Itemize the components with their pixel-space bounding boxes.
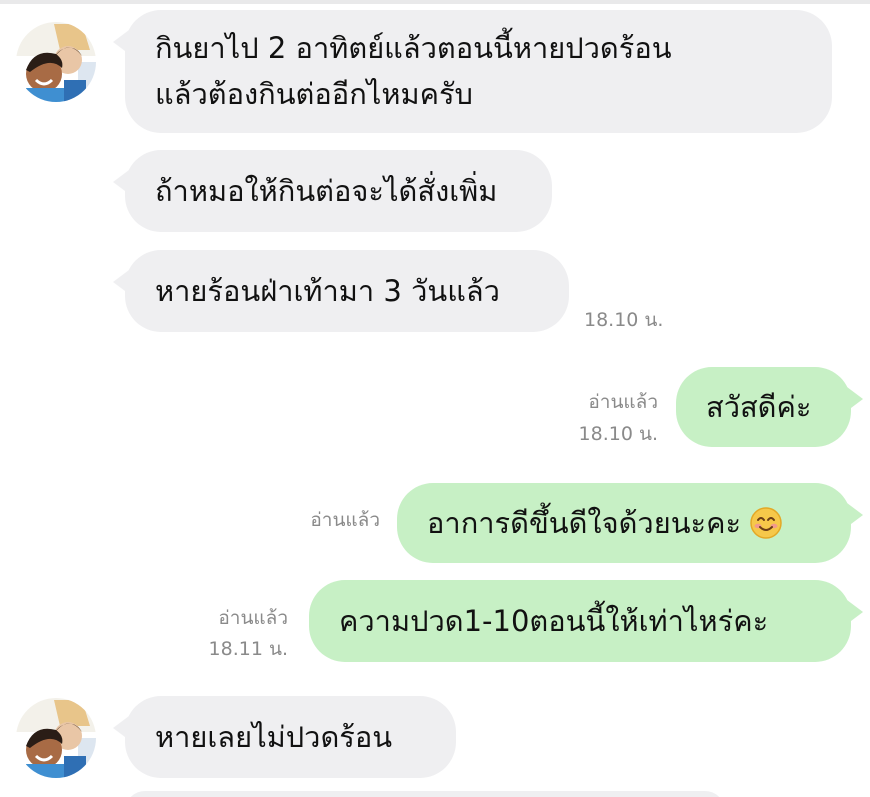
top-divider: [0, 0, 870, 4]
message-text: ถ้าหมอให้กินต่อจะได้สั่งเพิ่ม: [155, 174, 498, 208]
message-bubble-incoming[interactable]: หายร้อนฝ่าเท้ามา 3 วันแล้ว: [113, 250, 569, 332]
avatar-photo: [16, 698, 96, 778]
message-bubble-incoming[interactable]: ถ้าหมอให้กินต่อจะได้สั่งเพิ่ม: [113, 150, 552, 232]
contact-avatar-icon[interactable]: [16, 22, 96, 102]
message-text-line-1: กินยาไป 2 อาทิตย์แล้วตอนนี้หายปวดร้อน: [155, 31, 672, 65]
message-bubble-outgoing[interactable]: อาการดีขึ้นดีใจด้วยนะคะ: [397, 483, 863, 563]
message-bubble-outgoing[interactable]: ความปวด1-10ตอนนี้ให้เท่าไหร่คะ: [309, 580, 863, 662]
smiling-face-emoji-icon: [750, 507, 783, 539]
avatar-photo: [16, 22, 96, 102]
chat-conversation: กินยาไป 2 อาทิตย์แล้วตอนนี้หายปวดร้อน แล…: [0, 0, 870, 797]
message-text: หายเลยไม่ปวดร้อน: [155, 720, 393, 754]
message-text: สวัสดีค่ะ: [706, 390, 812, 424]
message-text: ความปวด1-10ตอนนี้ให้เท่าไหร่คะ: [339, 604, 769, 638]
message-bubble-incoming[interactable]: หายเลยไม่ปวดร้อน: [113, 696, 456, 778]
message-timestamp: 18.10 น.: [578, 423, 658, 445]
message-bubble-incoming-partial[interactable]: [125, 791, 725, 797]
message-bubble-outgoing[interactable]: สวัสดีค่ะ: [676, 367, 863, 447]
read-receipt: อ่านแล้ว: [588, 391, 658, 413]
message-text: อาการดีขึ้นดีใจด้วยนะคะ: [427, 506, 742, 540]
message-text: หายร้อนฝ่าเท้ามา 3 วันแล้ว: [155, 274, 500, 308]
contact-avatar-icon[interactable]: [16, 698, 96, 778]
message-bubble-incoming[interactable]: กินยาไป 2 อาทิตย์แล้วตอนนี้หายปวดร้อน แล…: [113, 10, 832, 133]
read-receipt: อ่านแล้ว: [310, 509, 380, 531]
message-text-line-2: แล้วต้องกินต่ออีกไหมครับ: [155, 77, 473, 111]
message-timestamp: 18.10 น.: [584, 309, 664, 331]
read-receipt: อ่านแล้ว: [218, 607, 288, 629]
message-timestamp: 18.11 น.: [208, 638, 288, 660]
